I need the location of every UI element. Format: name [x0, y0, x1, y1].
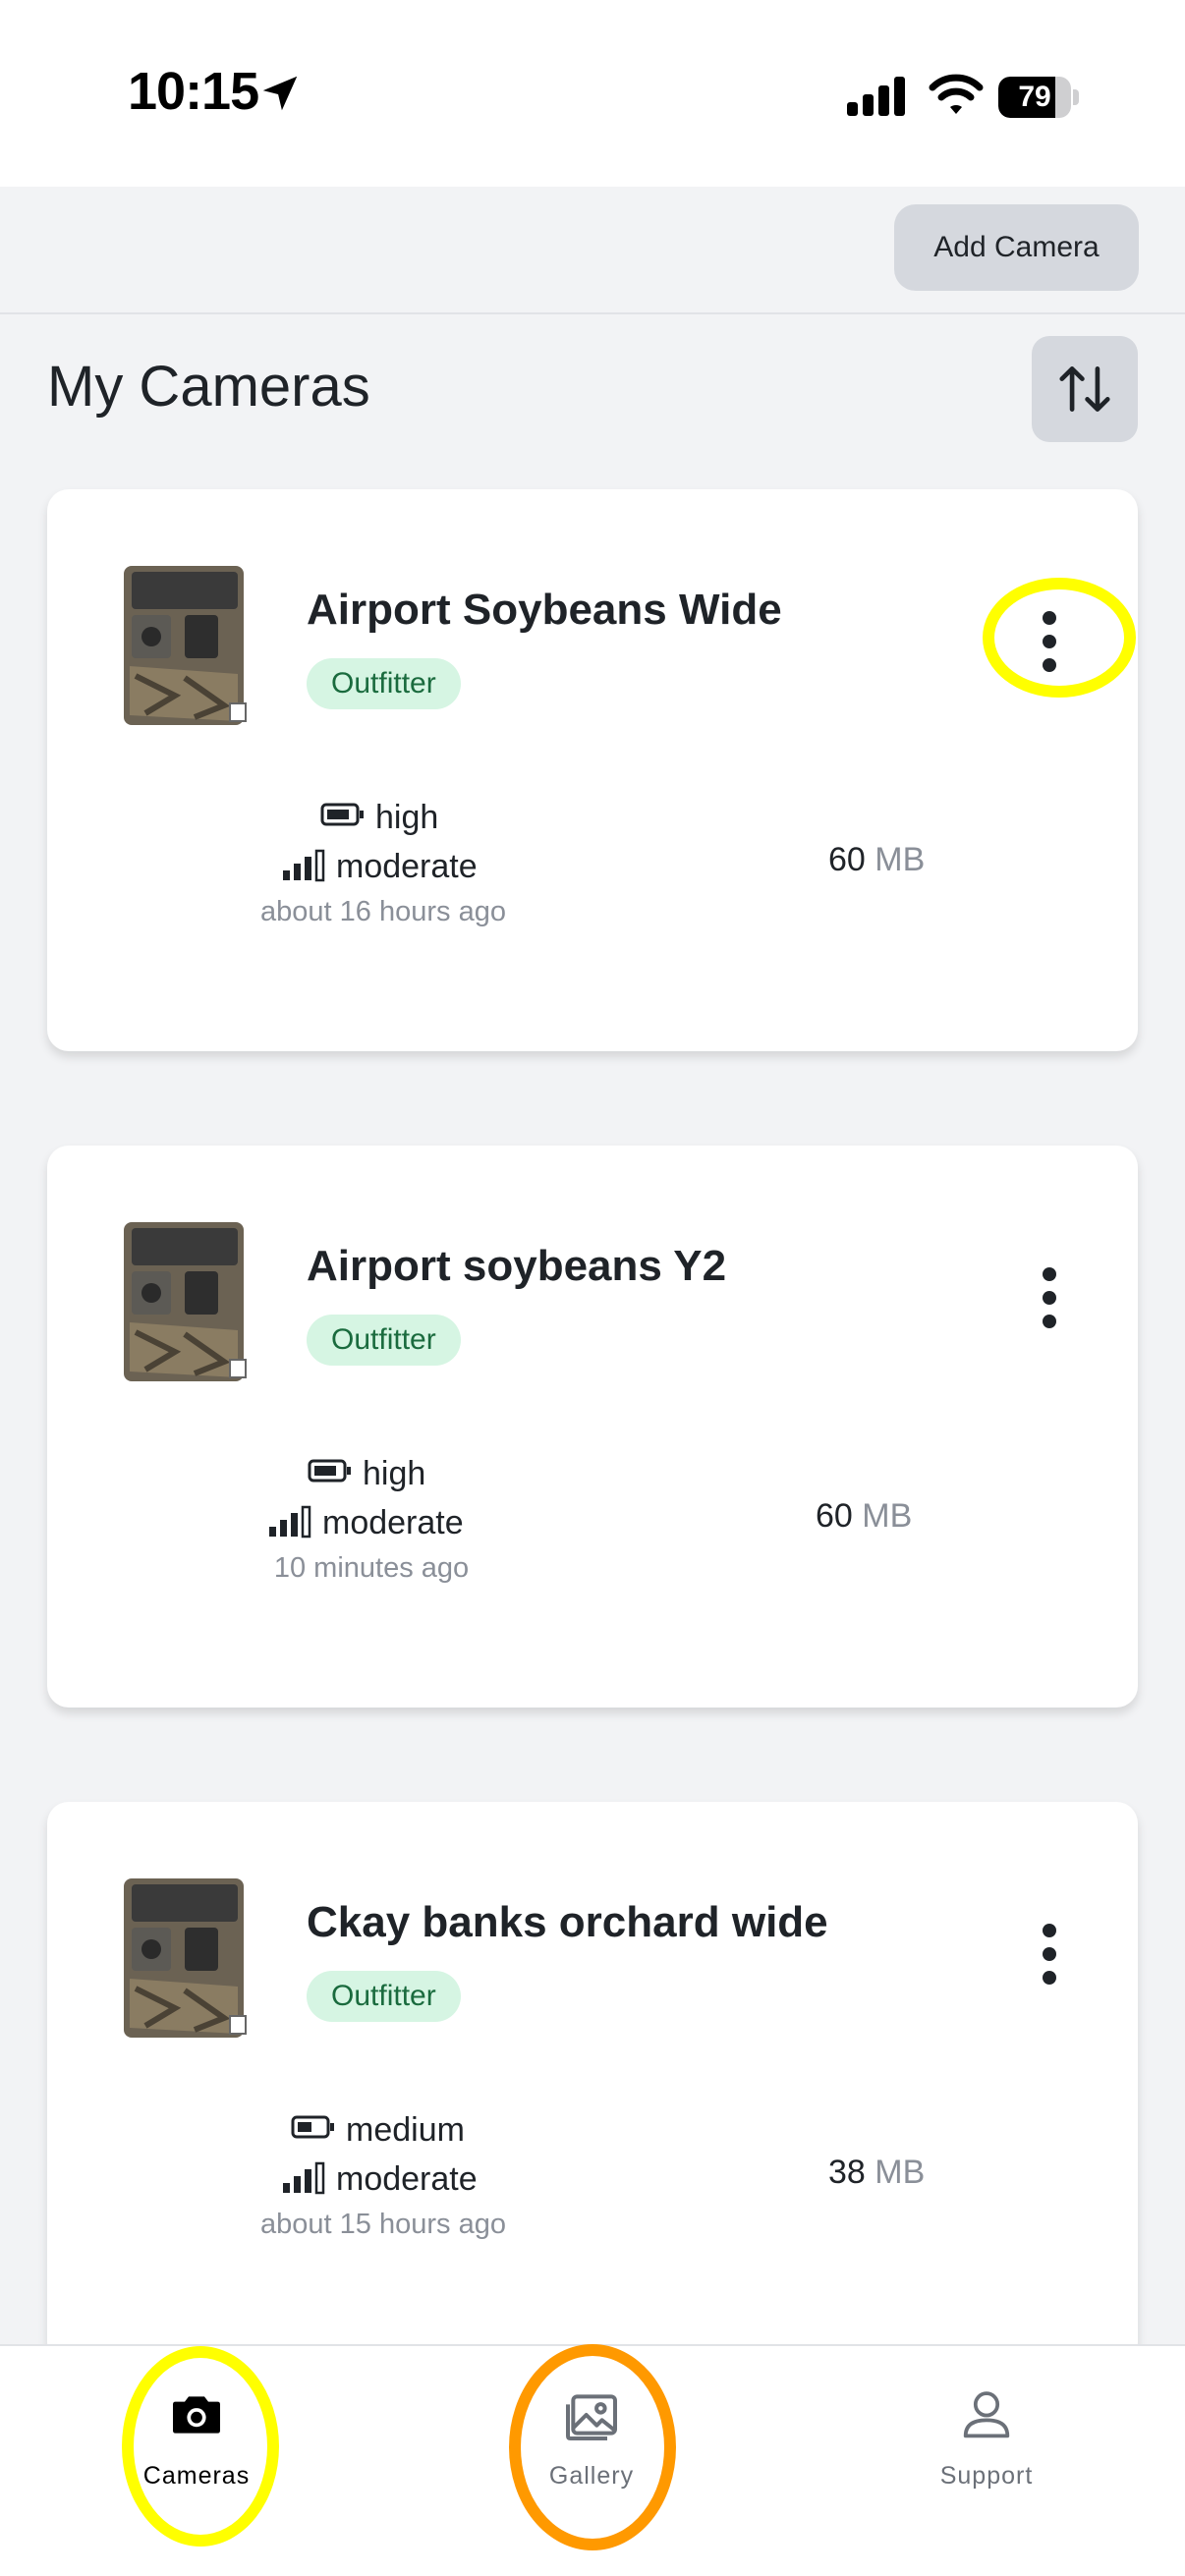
- storage-value: 38: [828, 2154, 866, 2191]
- more-options-icon[interactable]: [1030, 607, 1069, 676]
- camera-icon: [173, 2396, 220, 2434]
- status-time: 10:15: [128, 62, 259, 121]
- add-camera-button[interactable]: Add Camera: [894, 204, 1139, 291]
- tab-support[interactable]: Support: [888, 2376, 1085, 2513]
- last-updated: about 15 hours ago: [260, 2209, 506, 2240]
- gallery-icon: [566, 2394, 617, 2440]
- signal-bars-icon: [269, 1505, 311, 1539]
- camera-card[interactable]: Airport soybeans Y2 Outfitter high moder…: [47, 1146, 1138, 1708]
- trail-camera-image: [124, 1878, 247, 2038]
- storage-unit: MB: [875, 2154, 926, 2191]
- more-options-icon[interactable]: [1030, 1920, 1069, 1988]
- signal-bars-icon: [283, 849, 325, 882]
- battery-icon: [320, 803, 364, 826]
- header-divider: [0, 312, 1185, 314]
- signal-status: moderate: [244, 1501, 499, 1544]
- storage-unit: MB: [875, 841, 926, 878]
- battery-percent: 79: [1018, 81, 1051, 113]
- tab-cameras[interactable]: Cameras: [98, 2376, 295, 2513]
- camera-name[interactable]: Ckay banks orchard wide: [307, 1898, 828, 1947]
- battery-status: medium: [255, 2108, 511, 2152]
- more-options-icon[interactable]: [1030, 1263, 1069, 1332]
- sort-button[interactable]: [1032, 336, 1138, 442]
- trail-camera-image: [124, 1222, 247, 1381]
- last-updated: 10 minutes ago: [273, 1552, 470, 1584]
- camera-name[interactable]: Airport Soybeans Wide: [307, 586, 782, 635]
- camera-name[interactable]: Airport soybeans Y2: [307, 1242, 726, 1291]
- signal-strength: moderate: [322, 1504, 464, 1541]
- status-battery: 79: [998, 77, 1079, 118]
- storage-unit: MB: [862, 1497, 913, 1535]
- wifi-icon: [929, 74, 984, 114]
- signal-status: moderate: [255, 845, 511, 888]
- battery-status: high: [244, 1452, 499, 1495]
- sort-icon: [1059, 366, 1110, 412]
- location-arrow-icon: [262, 76, 298, 111]
- storage-value: 60: [816, 1497, 853, 1535]
- person-icon: [963, 2391, 1010, 2438]
- tab-label-cameras: Cameras: [142, 2462, 251, 2490]
- tab-label-gallery: Gallery: [548, 2462, 635, 2490]
- bottom-tab-bar: Cameras Gallery Support: [0, 2344, 1185, 2576]
- trail-camera-image: [124, 566, 247, 725]
- storage-value: 60: [828, 841, 866, 878]
- last-updated: about 16 hours ago: [260, 896, 506, 927]
- signal-status: moderate: [255, 2157, 511, 2201]
- plan-badge: Outfitter: [307, 1971, 461, 2022]
- plan-badge: Outfitter: [307, 1315, 461, 1366]
- storage-used: 60 MB: [828, 841, 925, 879]
- plan-badge: Outfitter: [307, 658, 461, 709]
- status-bar: 10:15 79: [0, 0, 1185, 187]
- signal-bars-icon: [283, 2161, 325, 2195]
- storage-used: 60 MB: [816, 1497, 912, 1536]
- battery-level: high: [363, 1455, 426, 1492]
- battery-level: high: [375, 799, 439, 836]
- storage-used: 38 MB: [828, 2154, 925, 2192]
- tab-label-support: Support: [939, 2462, 1034, 2490]
- cellular-signal-icon: [847, 77, 905, 116]
- camera-card[interactable]: Ckay banks orchard wide Outfitter medium…: [47, 1802, 1138, 2364]
- tab-gallery[interactable]: Gallery: [493, 2376, 690, 2513]
- signal-strength: moderate: [336, 848, 478, 885]
- battery-level: medium: [346, 2111, 465, 2149]
- battery-icon: [308, 1459, 351, 1483]
- signal-strength: moderate: [336, 2160, 478, 2198]
- camera-card[interactable]: Airport Soybeans Wide Outfitter high mod…: [47, 489, 1138, 1051]
- battery-icon: [291, 2115, 334, 2139]
- battery-status: high: [255, 796, 511, 839]
- page-title: My Cameras: [47, 355, 370, 419]
